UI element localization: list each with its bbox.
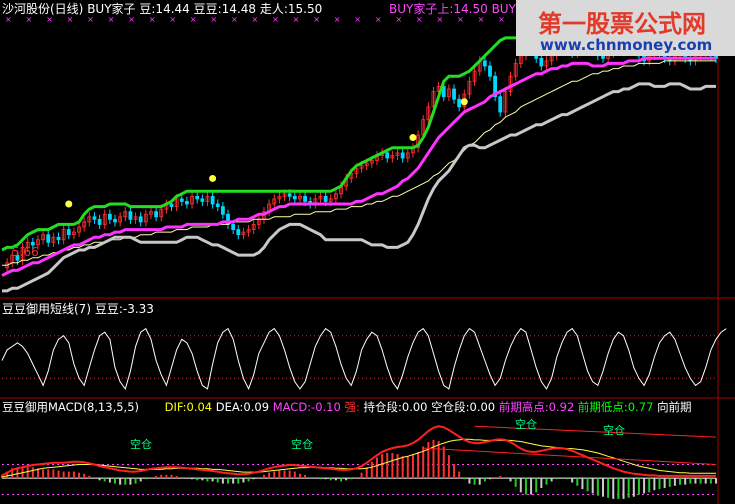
hold-segment: 持仓段:0.00	[363, 400, 428, 414]
signal-cross-mark: ×	[498, 15, 505, 24]
signal-cross-mark: ×	[231, 15, 238, 24]
signal-cross-mark: ×	[46, 15, 53, 24]
macd-panel-header: 豆豆御用MACD(8,13,5,5) DIF:0.04 DEA:0.09 MAC…	[2, 400, 692, 414]
zouren-value: 走人:15.50	[259, 2, 323, 16]
candle-body	[97, 218, 102, 225]
signal-cross-mark: ×	[478, 15, 485, 24]
candle-body	[200, 198, 205, 202]
signal-cross-mark: ×	[26, 15, 33, 24]
candle-body	[46, 234, 51, 243]
buy-signal-dot	[65, 200, 73, 208]
dou-value: 豆:14.44	[139, 2, 190, 16]
candle-body	[179, 198, 184, 202]
signal-cross-mark: ×	[375, 15, 382, 24]
candle-body	[385, 152, 390, 159]
signal-cross-mark: ×	[190, 15, 197, 24]
macd-value: MACD:-0.10	[272, 400, 341, 414]
signal-label-4: 空仓	[603, 424, 625, 437]
buy-signal-dot	[409, 134, 417, 142]
candle-body	[215, 203, 220, 207]
trend-line-2	[474, 425, 717, 438]
signal-cross-mark: ×	[252, 15, 259, 24]
candle-body	[220, 206, 225, 215]
candle-body	[323, 195, 328, 202]
candle-body	[482, 60, 487, 67]
candle-body	[154, 211, 159, 218]
candle-body	[292, 195, 297, 200]
candle-body	[488, 65, 492, 77]
candle-body	[303, 195, 307, 202]
signal-cross-mark: ×	[354, 15, 361, 24]
low-price-label: 5.66	[12, 245, 39, 259]
signal-label-2: 空仓	[291, 438, 313, 451]
osc-panel-header: 豆豆御用短线(7) 豆豆:-3.33	[2, 302, 154, 316]
signal-label-1: 空仓	[130, 438, 152, 451]
candle-body	[113, 218, 117, 223]
candle-body	[92, 216, 97, 220]
candle-body	[498, 96, 503, 113]
osc-value: 豆豆:-3.33	[94, 302, 154, 316]
macd-title: 豆豆御用MACD(8,13,5,5)	[2, 400, 139, 414]
signal-cross-mark: ×	[395, 15, 402, 24]
empty-segment: 空仓段:0.00	[431, 400, 496, 414]
strong-label: 强:	[344, 400, 360, 414]
candle-body	[210, 195, 215, 205]
mid-line	[1, 56, 716, 277]
prev-high: 前期高点:0.92	[498, 400, 575, 414]
candle-body	[66, 229, 71, 236]
candle-body	[452, 88, 456, 100]
candle-body	[56, 236, 61, 241]
signal-cross-mark: ×	[169, 15, 176, 24]
signal-cross-mark: ×	[149, 15, 156, 24]
buy-label: BUY家子	[87, 2, 136, 16]
candle-body	[601, 55, 605, 59]
watermark-url: www.chnmoney.com	[540, 36, 713, 54]
signal-cross-mark: ×	[210, 15, 217, 24]
watermark: 第一股票公式网 www.chnmoney.com	[516, 0, 735, 56]
short-term-oscillator-panel	[1, 327, 727, 391]
prev-low: 前期低点:0.77	[577, 400, 654, 414]
signal-label-3: 空仓	[515, 418, 537, 431]
watermark-title: 第一股票公式网	[538, 10, 706, 38]
candle-body	[107, 213, 112, 220]
main-panel-header: 沙河股份(日线) BUY家子 豆:14.44 豆豆:14.48 走人:15.50	[2, 2, 322, 16]
candle-body	[231, 224, 236, 230]
signal-cross-mark: ×	[5, 15, 12, 24]
signal-cross-mark: ×	[128, 15, 135, 24]
buy-signal-dot	[209, 174, 217, 182]
price-panel: ×××××××××××××××××××××××××××××××××××	[1, 15, 718, 293]
candle-body	[195, 195, 200, 200]
stock-title: 沙河股份(日线)	[2, 2, 84, 16]
candle-body	[287, 193, 292, 197]
candle-body	[138, 216, 143, 223]
stock-chart-window: { "main_panel": { "header": [ {"text":"沙…	[0, 0, 735, 504]
signal-cross-mark: ×	[313, 15, 320, 24]
candle-body	[539, 57, 544, 67]
prev-more: 向前期	[657, 400, 692, 414]
candle-body	[169, 203, 174, 207]
main-panel-header-right: BUY家子上:14.50 BUY家	[389, 2, 528, 16]
signal-cross-mark: ×	[108, 15, 115, 24]
candle-body	[128, 211, 133, 220]
candle-body	[400, 152, 405, 159]
signal-cross-mark: ×	[416, 15, 423, 24]
osc-title: 豆豆御用短线(7)	[2, 302, 91, 316]
dif-value: DIF:0.04	[164, 400, 213, 414]
signal-cross-mark: ×	[67, 15, 74, 24]
candle-body	[185, 201, 189, 205]
lower-band-line	[2, 82, 716, 293]
signal-cross-mark: ×	[87, 15, 94, 24]
buy-signal-dot	[460, 98, 468, 106]
signal-cross-mark: ×	[272, 15, 279, 24]
buy-upper-value: BUY家子上:14.50	[389, 2, 488, 16]
osc-line	[1, 327, 727, 391]
doudou-value: 豆豆:14.48	[193, 2, 257, 16]
candle-body	[236, 229, 241, 236]
signal-cross-mark: ×	[436, 15, 443, 24]
signal-cross-mark: ×	[457, 15, 464, 24]
dea-value: DEA:0.09	[215, 400, 270, 414]
signal-cross-mark: ×	[334, 15, 341, 24]
candle-body	[457, 98, 462, 108]
signal-cross-mark: ×	[293, 15, 300, 24]
